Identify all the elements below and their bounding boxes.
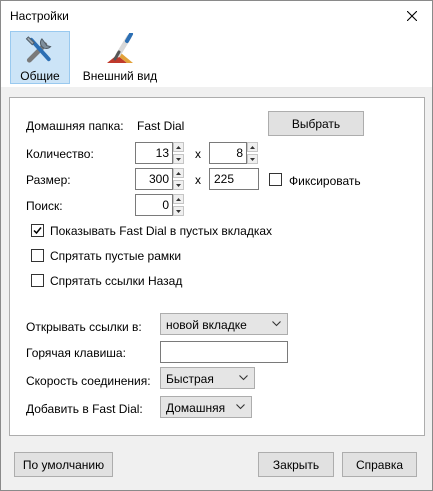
connection-speed-select[interactable]: Быстрая [160,367,255,389]
size-width-input[interactable]: 300 [135,168,173,190]
hide-empty-frames-checkbox[interactable] [31,249,44,262]
open-links-label: Открывать ссылки в: [26,320,142,334]
up-arrow-icon [176,197,181,201]
up-arrow-icon [176,145,181,149]
size-width-spinner[interactable]: 300 [135,168,185,190]
fix-size-label: Фиксировать [289,174,361,188]
up-arrow-icon [250,145,255,149]
paintbrush-icon [107,33,133,63]
down-arrow-icon [176,183,181,187]
spin-down-button[interactable] [173,154,184,164]
times-sign: x [195,147,201,161]
defaults-button[interactable]: По умолчанию [14,452,113,477]
close-window-button[interactable] [392,1,432,31]
hide-empty-frames-label: Спрятать пустые рамки [50,249,182,263]
chevron-down-icon [272,321,281,327]
connection-speed-value: Быстрая [166,372,214,386]
home-folder-value: Fast Dial [137,119,185,133]
add-to-label: Добавить в Fast Dial: [26,402,143,416]
count-label: Количество: [26,147,94,161]
show-fast-dial-checkbox[interactable] [31,224,44,237]
tab-appearance-label: Внешний вид [82,69,158,83]
up-arrow-icon [176,171,181,175]
show-fast-dial-label: Показывать Fast Dial в пустых вкладках [50,224,273,238]
open-links-select[interactable]: новой вкладке [160,313,288,335]
size-label: Размер: [26,173,71,187]
spin-down-button[interactable] [173,180,184,190]
spin-down-button[interactable] [173,206,184,216]
count-rows-input[interactable]: 8 [209,142,247,164]
connection-speed-label: Скорость соединения: [26,374,151,388]
home-folder-label: Домашняя папка: [26,119,124,133]
hide-back-links-label: Спрятать ссылки Назад [50,274,183,288]
chevron-down-icon [236,404,245,410]
hide-back-links-checkbox[interactable] [31,274,44,287]
down-arrow-icon [176,157,181,161]
checkmark-icon [33,227,42,235]
count-cols-input[interactable]: 13 [135,142,173,164]
tab-general[interactable]: Общие [10,31,70,84]
down-arrow-icon [250,157,255,161]
tab-appearance[interactable]: Внешний вид [80,31,160,84]
tools-icon [25,36,52,63]
category-toolbar: Общие Внешний вид [1,31,432,87]
spin-up-button[interactable] [173,194,184,204]
size-height-input[interactable]: 225 [209,168,259,190]
settings-window: Настройки Общие Внешний вид Домашняя пап… [0,0,433,491]
spin-up-button[interactable] [173,142,184,152]
spin-up-button[interactable] [173,168,184,178]
help-button[interactable]: Справка [342,452,417,477]
choose-folder-button[interactable]: Выбрать [268,111,364,136]
search-spinner[interactable]: 0 [135,194,185,216]
count-rows-spinner[interactable]: 8 [209,142,259,164]
add-to-value: Домашняя [166,401,226,415]
times-sign: x [195,173,201,187]
count-cols-spinner[interactable]: 13 [135,142,185,164]
search-input[interactable]: 0 [135,194,173,216]
window-title: Настройки [10,9,69,23]
hotkey-label: Горячая клавиша: [26,346,126,360]
close-icon [407,11,417,21]
general-settings-panel: Домашняя папка: Fast Dial Выбрать Количе… [9,97,425,436]
tab-general-label: Общие [20,69,60,83]
search-label: Поиск: [26,199,63,213]
open-links-value: новой вкладке [166,318,247,332]
down-arrow-icon [176,209,181,213]
spin-down-button[interactable] [247,154,258,164]
add-to-select[interactable]: Домашняя [160,396,252,418]
title-bar: Настройки [1,1,432,31]
spin-up-button[interactable] [247,142,258,152]
close-button[interactable]: Закрыть [258,452,334,477]
fix-size-checkbox[interactable] [269,173,282,186]
hotkey-input[interactable] [160,341,288,363]
chevron-down-icon [239,375,248,381]
